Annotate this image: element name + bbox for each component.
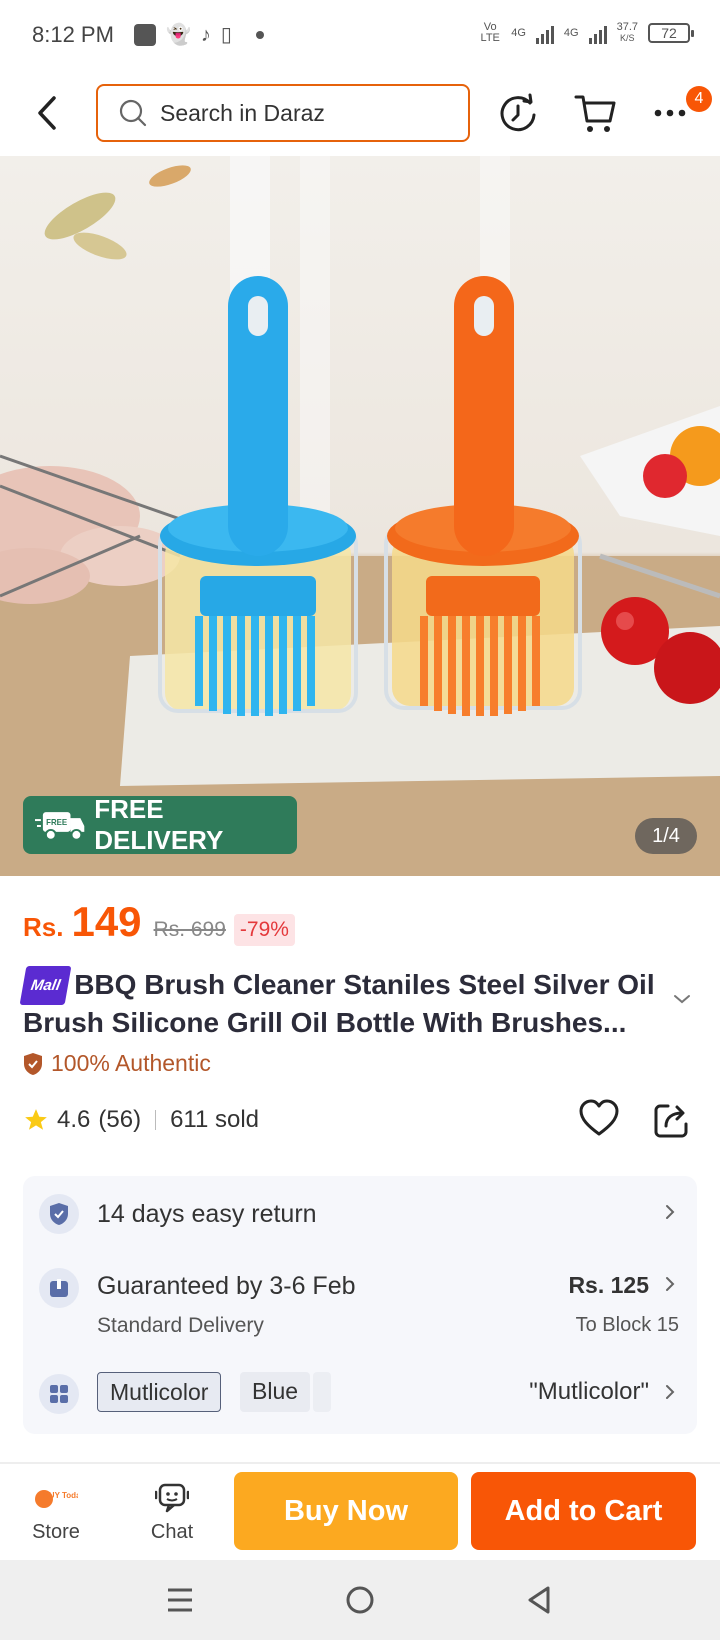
rating-value: 4.6 bbox=[57, 1106, 91, 1133]
recent-apps-button[interactable] bbox=[160, 1580, 200, 1620]
delivery-row[interactable]: Guaranteed by 3-6 Feb Standard Delivery … bbox=[23, 1252, 697, 1352]
free-delivery-badge: FREE FREE DELIVERY bbox=[23, 794, 297, 855]
chat-button[interactable]: Chat bbox=[122, 1464, 222, 1560]
variant-grid-icon bbox=[39, 1374, 79, 1414]
service-info-card: 14 days easy return Guaranteed by 3-6 Fe… bbox=[23, 1176, 697, 1434]
history-button[interactable] bbox=[494, 89, 542, 137]
return-shield-icon bbox=[39, 1194, 79, 1234]
search-input[interactable] bbox=[160, 99, 440, 127]
delivery-box-icon bbox=[39, 1268, 79, 1308]
history-icon bbox=[500, 93, 536, 132]
app-notification-icon bbox=[134, 24, 156, 46]
status-bar: 8:12 PM 👻 ♪ ▯ Vo LTE 4G 4G 37.7 K/S 72 bbox=[0, 0, 720, 72]
store-logo-icon: BUY Today bbox=[35, 1490, 78, 1508]
back-arrow-icon bbox=[38, 96, 56, 130]
free-delivery-label: FREE DELIVERY bbox=[94, 794, 224, 855]
menu-lines-icon bbox=[168, 1588, 192, 1612]
buy-now-button[interactable]: Buy Now bbox=[234, 1472, 458, 1550]
current-price: 149 bbox=[71, 898, 142, 945]
search-icon bbox=[119, 99, 147, 127]
mall-badge: Mall bbox=[19, 966, 72, 1005]
variant-row[interactable]: Mutlicolor Blue "Mutlicolor" bbox=[23, 1362, 697, 1422]
product-title-text: BBQ Brush Cleaner Staniles Steel Silver … bbox=[23, 969, 655, 1038]
store-label: Store bbox=[32, 1521, 80, 1543]
product-photo bbox=[0, 156, 720, 876]
return-policy-row[interactable]: 14 days easy return bbox=[23, 1176, 697, 1246]
delivery-guarantee-text: Guaranteed by 3-6 Feb bbox=[97, 1272, 356, 1300]
shield-check-icon bbox=[24, 1052, 42, 1075]
rating-row[interactable]: 4.6 (56) 611 sold bbox=[23, 1106, 259, 1134]
original-price: Rs. 699 bbox=[153, 918, 226, 941]
rating-divider bbox=[155, 1110, 157, 1130]
price-row: Rs. 149 Rs. 699 -79% bbox=[23, 898, 295, 946]
add-to-cart-button[interactable]: Add to Cart bbox=[471, 1472, 696, 1550]
system-status-icons: Vo LTE 4G 4G 37.7 K/S 72 bbox=[479, 21, 694, 44]
expand-title-button[interactable] bbox=[672, 992, 692, 1011]
sim-icon: ▯ bbox=[220, 24, 232, 46]
network-speed-unit: K/S bbox=[620, 33, 635, 43]
selected-variant: "Mutlicolor" bbox=[529, 1378, 649, 1405]
chevron-down-icon bbox=[674, 995, 690, 1004]
signal-icon-2 bbox=[588, 22, 607, 44]
product-image-gallery[interactable]: FREE FREE DELIVERY 1/4 bbox=[0, 156, 720, 876]
variant-chip-blue[interactable]: Blue bbox=[240, 1372, 311, 1412]
variant-chip-more[interactable] bbox=[313, 1372, 331, 1412]
top-navigation: 4 bbox=[0, 72, 720, 154]
delivery-location: To Block 15 bbox=[575, 1314, 679, 1336]
store-button[interactable]: BUY Today Store bbox=[6, 1464, 106, 1560]
search-bar[interactable] bbox=[96, 84, 470, 142]
discount-badge: -79% bbox=[233, 914, 295, 946]
back-button[interactable] bbox=[30, 88, 70, 138]
review-count: (56) bbox=[98, 1106, 142, 1133]
cart-count-badge: 4 bbox=[686, 86, 712, 112]
more-notifications-icon bbox=[255, 31, 264, 39]
network-speed-value: 37.7 bbox=[616, 21, 638, 33]
snapchat-icon: 👻 bbox=[166, 24, 191, 46]
volte-icon: Vo LTE bbox=[480, 21, 500, 44]
wishlist-button[interactable] bbox=[578, 1098, 620, 1143]
system-navigation-bar bbox=[0, 1560, 720, 1640]
chat-icon bbox=[155, 1483, 189, 1513]
return-policy-text: 14 days easy return bbox=[97, 1200, 317, 1228]
store-logo-text: BUY Today bbox=[43, 1491, 78, 1500]
delivery-type-text: Standard Delivery bbox=[97, 1314, 264, 1337]
sold-count: 611 sold bbox=[170, 1106, 260, 1133]
authentic-text: 100% Authentic bbox=[51, 1050, 211, 1076]
network-type-1: 4G bbox=[511, 26, 526, 39]
chat-label: Chat bbox=[150, 1521, 194, 1543]
chevron-right-icon bbox=[666, 1205, 675, 1219]
heart-icon bbox=[579, 1099, 619, 1136]
chevron-right-icon bbox=[666, 1385, 675, 1399]
network-type-2: 4G bbox=[563, 26, 579, 39]
signal-icon-1 bbox=[535, 22, 554, 44]
cart-icon bbox=[574, 95, 616, 132]
free-small-label: FREE bbox=[46, 818, 67, 827]
authentic-label: 100% Authentic bbox=[23, 1050, 211, 1077]
product-title[interactable]: Mall BBQ Brush Cleaner Staniles Steel Sil… bbox=[19, 966, 663, 1040]
cart-button[interactable] bbox=[572, 89, 620, 137]
variant-chip-mutlicolor[interactable]: Mutlicolor bbox=[97, 1372, 222, 1412]
delivery-fee: Rs. 125 bbox=[568, 1272, 649, 1298]
star-icon bbox=[25, 1109, 47, 1130]
price-currency: Rs. bbox=[23, 912, 64, 942]
status-time: 8:12 PM bbox=[32, 22, 114, 47]
back-triangle-icon bbox=[528, 1586, 550, 1614]
home-circle-icon bbox=[346, 1586, 374, 1614]
image-counter: 1/4 bbox=[635, 818, 697, 854]
notification-icons: 👻 ♪ ▯ bbox=[134, 24, 264, 46]
chevron-right-icon bbox=[666, 1277, 675, 1291]
network-speed: 37.7 K/S bbox=[617, 22, 638, 44]
bottom-action-bar: BUY Today Store Chat Buy Now Add to Cart bbox=[0, 1464, 720, 1560]
share-icon bbox=[654, 1104, 688, 1138]
battery-icon: 72 bbox=[648, 23, 694, 43]
home-button[interactable] bbox=[340, 1580, 380, 1620]
system-back-button[interactable] bbox=[520, 1580, 560, 1620]
share-button[interactable] bbox=[652, 1100, 692, 1145]
tiktok-icon: ♪ bbox=[200, 24, 211, 46]
delivery-truck-icon: FREE bbox=[35, 812, 85, 841]
